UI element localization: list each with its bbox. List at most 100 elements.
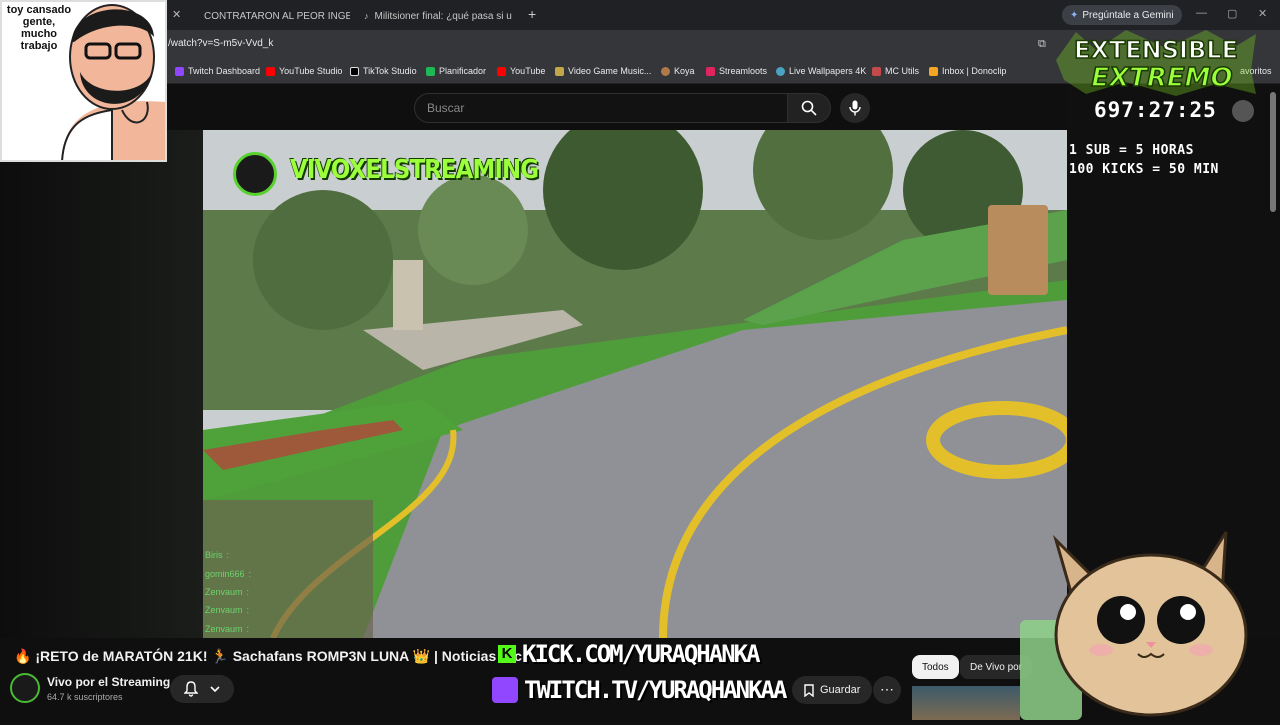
kick-url: KICK.COM/YURAQHANKA <box>522 640 759 668</box>
wallpaper-icon <box>776 67 785 76</box>
chat-text: : <box>247 587 250 597</box>
logo-line-2: EXTREMO <box>1091 63 1232 93</box>
twitch-icon <box>492 677 518 703</box>
video-frame <box>203 130 1067 638</box>
chat-text: : <box>247 624 250 634</box>
search-icon <box>801 100 817 116</box>
close-window-icon[interactable]: ✕ <box>1258 7 1267 20</box>
avatar-icon <box>1232 100 1254 122</box>
kick-banner: K KICK.COM/YURAQHANKA <box>498 640 759 668</box>
close-tab-icon[interactable]: ✕ <box>172 8 181 21</box>
related-video-thumbnail[interactable] <box>912 686 1020 720</box>
save-button[interactable]: Guardar <box>792 676 872 704</box>
channel-avatar[interactable] <box>10 673 40 703</box>
cat-mascot-image <box>1016 520 1280 720</box>
video-player[interactable] <box>203 130 1067 638</box>
channel-watermark: VIVOXELSTREAMING <box>290 155 538 185</box>
subathon-timer: 697:27:25 <box>1094 98 1217 122</box>
bookmark-mc-utils[interactable]: MC Utils <box>872 66 919 76</box>
bookmark-video-game-music[interactable]: Video Game Music... <box>555 66 651 76</box>
video-title: 🔥 ¡RETO de MARATÓN 21K! 🏃 Sachafans ROMP… <box>14 648 522 665</box>
chat-message: gomin666: <box>205 569 251 579</box>
bookmark-youtube[interactable]: YouTube <box>497 66 545 76</box>
more-actions-button[interactable]: ⋯ <box>873 676 901 704</box>
facecam-caption: toy cansado gente, mucho trabajo <box>4 4 74 52</box>
sparkle-icon: ✦ <box>1070 10 1078 21</box>
bookmark-label: Live Wallpapers 4K <box>789 66 866 76</box>
bookmark-label: Twitch Dashboard <box>188 66 260 76</box>
tab-label: Militsioner final: ¿qué pasa si u <box>375 11 512 22</box>
bookmark-label: Streamloots <box>719 66 767 76</box>
scrollbar[interactable] <box>1270 92 1276 212</box>
kick-icon: K <box>498 645 516 663</box>
minimize-icon[interactable]: — <box>1196 7 1207 19</box>
new-tab-icon[interactable]: + <box>528 6 536 22</box>
bookmark-label: TikTok Studio <box>363 66 417 76</box>
calendar-icon <box>426 67 435 76</box>
bookmark-streamloots[interactable]: Streamloots <box>706 66 767 76</box>
microphone-icon <box>849 100 861 116</box>
bell-icon <box>184 681 198 697</box>
chat-user: Zenvaum <box>205 587 243 597</box>
youtube-icon <box>266 67 275 76</box>
bookmark-donoclip[interactable]: Inbox | Donoclip <box>929 66 1006 76</box>
search-input[interactable]: Buscar <box>414 93 788 123</box>
save-label: Guardar <box>820 684 860 696</box>
channel-name[interactable]: Vivo por el Streaming <box>47 675 170 689</box>
voice-search-button[interactable] <box>840 93 870 123</box>
twitch-icon <box>175 67 184 76</box>
bookmark-koya[interactable]: Koya <box>661 66 695 76</box>
chat-text: : <box>247 605 250 615</box>
music-icon <box>555 67 564 76</box>
notifications-button[interactable] <box>170 675 234 703</box>
bookmark-live-wallpapers[interactable]: Live Wallpapers 4K <box>776 66 866 76</box>
gemini-button[interactable]: ✦ Pregúntale a Gemini <box>1062 5 1182 25</box>
streamloots-icon <box>706 67 715 76</box>
twitch-url: TWITCH.TV/YURAQHANKAA <box>524 676 785 704</box>
gemini-label: Pregúntale a Gemini <box>1082 10 1173 21</box>
chip-todos[interactable]: Todos <box>912 655 959 679</box>
bookmark-label: Koya <box>674 66 695 76</box>
bookmark-label: MC Utils <box>885 66 919 76</box>
chat-user: gomin666 <box>205 569 245 579</box>
koya-icon <box>661 67 670 76</box>
bookmark-label: Video Game Music... <box>568 66 651 76</box>
chat-message: Zenvaum: <box>205 587 249 597</box>
cast-icon[interactable]: ⧉ <box>1038 38 1046 51</box>
donoclip-icon <box>929 67 938 76</box>
bookmark-youtube-studio[interactable]: YouTube Studio <box>266 66 342 76</box>
twitch-banner: TWITCH.TV/YURAQHANKAA <box>492 676 785 704</box>
vivoxel-logo-icon <box>233 152 277 196</box>
subscriber-count: 64.7 k suscriptores <box>47 692 123 702</box>
bookmark-tiktok-studio[interactable]: TikTok Studio <box>350 66 417 76</box>
chat-text: : <box>249 569 252 579</box>
bookmark-icon <box>804 684 814 697</box>
tab-militsioner[interactable]: ♪ Militsioner final: ¿qué pasa si u ✕ <box>356 4 518 28</box>
minecraft-icon <box>872 67 881 76</box>
chat-text: : <box>227 550 230 560</box>
chat-message: Zenvaum: <box>205 605 249 615</box>
youtube-icon <box>497 67 506 76</box>
bookmark-label: YouTube <box>510 66 545 76</box>
chat-message: Zenvaum: <box>205 624 249 634</box>
tiktok-icon: ♪ <box>364 11 369 21</box>
chat-user: Zenvaum <box>205 624 243 634</box>
url-field[interactable]: /watch?v=S-m5v-Vvd_k <box>168 38 273 49</box>
bookmark-label: Planificador <box>439 66 486 76</box>
maximize-icon[interactable]: ▢ <box>1227 7 1237 20</box>
tab-contrataron[interactable]: CONTRATARON AL PEOR INGE ✕ <box>190 4 350 28</box>
chat-user: Zenvaum <box>205 605 243 615</box>
left-background <box>0 130 203 638</box>
bookmark-label: YouTube Studio <box>279 66 342 76</box>
extensible-extremo-logo: EXTENSIBLE EXTREMO <box>1056 30 1256 96</box>
tab-label: CONTRATARON AL PEOR INGE <box>204 11 350 22</box>
chevron-down-icon <box>210 685 220 693</box>
bookmark-planificador[interactable]: Planificador <box>426 66 486 76</box>
sub-rule: 1 SUB = 5 HORAS <box>1069 143 1194 158</box>
tiktok-icon <box>350 67 359 76</box>
search-button[interactable] <box>787 93 831 123</box>
logo-graphic: EXTENSIBLE EXTREMO <box>1056 30 1256 96</box>
bookmark-twitch-dashboard[interactable]: Twitch Dashboard <box>175 66 260 76</box>
logo-line-1: EXTENSIBLE <box>1074 36 1238 64</box>
cat-mascot-overlay <box>1016 520 1280 720</box>
